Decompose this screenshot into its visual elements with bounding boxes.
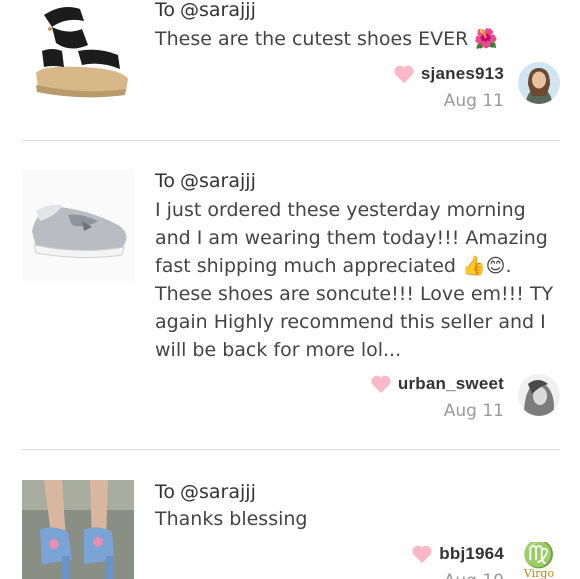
heart-icon[interactable] bbox=[370, 374, 392, 394]
review-message: I just ordered these yesterday morning a… bbox=[155, 199, 554, 361]
woman-portrait-avatar-icon bbox=[518, 62, 560, 104]
product-thumbnail[interactable] bbox=[22, 0, 134, 107]
divider bbox=[22, 449, 560, 450]
reviewer-username[interactable]: bbj1964 bbox=[439, 544, 504, 564]
recipient-handle[interactable]: @sarajjj bbox=[180, 481, 256, 503]
recipient-handle[interactable]: @sarajjj bbox=[180, 170, 256, 192]
reviewer-username[interactable]: sjanes913 bbox=[421, 64, 504, 84]
reviewer-avatar[interactable] bbox=[518, 62, 560, 104]
reviewer-username[interactable]: urban_sweet bbox=[398, 374, 504, 394]
divider bbox=[22, 140, 560, 141]
grayscale-portrait-avatar-icon bbox=[518, 374, 560, 416]
to-label: To bbox=[155, 481, 176, 503]
to-label: To bbox=[155, 170, 176, 192]
sneaker-image bbox=[22, 169, 134, 281]
to-label: To bbox=[155, 0, 176, 21]
heart-icon[interactable] bbox=[411, 544, 433, 564]
review-date: Aug 11 bbox=[443, 401, 504, 421]
review-meta: sjanes913 Aug 11 bbox=[393, 62, 504, 112]
virgo-zodiac-icon: ♍ bbox=[522, 542, 556, 570]
recipient-handle[interactable]: @sarajjj bbox=[180, 0, 256, 21]
heart-icon[interactable] bbox=[393, 64, 415, 84]
review-date: Aug 11 bbox=[443, 91, 504, 111]
review-message: Thanks blessing bbox=[155, 508, 308, 530]
recipient-line: To @sarajjj bbox=[155, 169, 256, 193]
sandal-image bbox=[22, 0, 134, 107]
review-meta: bbj1964 Aug 10 bbox=[411, 542, 504, 579]
product-thumbnail[interactable] bbox=[22, 480, 134, 579]
review-feed: To @sarajjj These are the cutest shoes EV… bbox=[0, 0, 580, 579]
heel-sandal-image bbox=[22, 480, 134, 579]
recipient-line: To @sarajjj bbox=[155, 0, 256, 22]
avatar-caption: Virgo bbox=[523, 567, 555, 579]
reviewer-avatar[interactable] bbox=[518, 374, 560, 416]
product-thumbnail[interactable] bbox=[22, 169, 134, 281]
review-date: Aug 10 bbox=[411, 570, 504, 579]
review-message: These are the cutest shoes EVER 🌺 bbox=[155, 28, 499, 50]
recipient-line: To @sarajjj bbox=[155, 480, 256, 504]
reviewer-avatar[interactable]: ♍ Virgo bbox=[518, 542, 560, 579]
review-meta: urban_sweet Aug 11 bbox=[370, 372, 504, 422]
